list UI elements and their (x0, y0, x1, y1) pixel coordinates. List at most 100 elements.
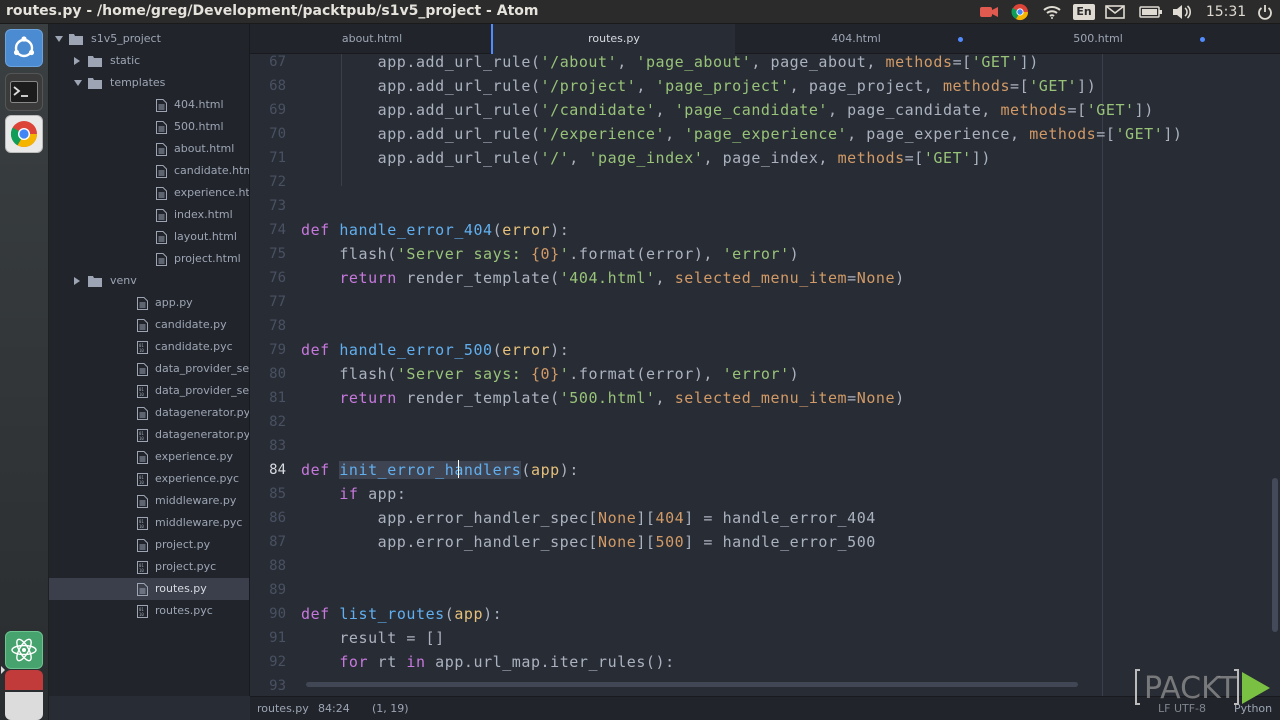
tree-file[interactable]: 0110 data_provider_service.pyc (49, 380, 249, 402)
code-line[interactable]: def list_routes(app): (301, 602, 502, 626)
code-token: , page_about, (751, 54, 886, 71)
chevron-right-icon[interactable] (74, 277, 80, 285)
trash-icon[interactable] (5, 692, 43, 720)
code-line[interactable]: def handle_error_404(error): (301, 218, 569, 242)
app-icon[interactable] (5, 670, 43, 690)
code-token: flash( (301, 365, 397, 383)
code-line[interactable]: return render_template('404.html', selec… (301, 266, 905, 290)
tree-folder[interactable]: static (49, 50, 249, 72)
code-line[interactable]: flash('Server says: {0}'.format(error), … (301, 242, 799, 266)
tree-file[interactable]: routes.py (49, 578, 249, 600)
battery-icon[interactable] (1138, 3, 1164, 21)
dash-icon[interactable] (5, 29, 43, 67)
wifi-icon[interactable] (1042, 3, 1062, 21)
code-token: ) (895, 269, 905, 287)
status-file-path[interactable]: routes.py (257, 697, 309, 720)
tree-file[interactable]: app.py (49, 292, 249, 314)
tree-item-label: middleware.pyc (155, 516, 243, 529)
code-line[interactable]: if app: (301, 482, 406, 506)
tree-file[interactable]: candidate.py (49, 314, 249, 336)
chevron-right-icon[interactable] (74, 57, 80, 65)
tab-about-html[interactable]: about.html (251, 24, 493, 54)
code-token: '/' (540, 149, 570, 167)
code-token: '/about' (540, 54, 618, 71)
code-token: '/project' (540, 77, 637, 95)
code-line[interactable]: app.error_handler_spec[None][500] = hand… (301, 530, 876, 554)
tree-folder[interactable]: templates (49, 72, 249, 94)
chevron-down-icon[interactable] (55, 36, 63, 42)
code-line[interactable]: app.add_url_rule('/', 'page_index', page… (301, 146, 991, 170)
code-line[interactable]: def init_error_handlers(app): (301, 458, 579, 482)
chrome-icon[interactable] (5, 115, 43, 153)
code-line[interactable]: app.add_url_rule('/experience', 'page_ex… (301, 122, 1183, 146)
tree-folder[interactable]: venv (49, 270, 249, 292)
volume-icon[interactable] (1172, 3, 1192, 21)
code-token: flash( (301, 245, 397, 263)
line-number: 79 (269, 342, 286, 358)
tree-file[interactable]: project.html (49, 248, 249, 270)
tree-file[interactable]: 01 10 routes.pyc (49, 600, 249, 622)
tab-routes-py[interactable]: routes.py (491, 24, 735, 54)
text-file-icon (137, 297, 148, 310)
clock[interactable]: 15:31 (1206, 3, 1246, 21)
code-line[interactable]: return render_template('500.html', selec… (301, 386, 905, 410)
svg-text:10: 10 (139, 568, 144, 573)
packt-logo-text: PACKT (1144, 671, 1237, 706)
code-line[interactable]: for rt in app.url_map.iter_rules(): (301, 650, 675, 674)
tree-file[interactable]: candidate.html (49, 160, 249, 182)
code-line[interactable]: def handle_error_500(error): (301, 338, 569, 362)
video-indicator-icon[interactable] (978, 3, 1000, 21)
code-token: app.add_url_rule( (301, 149, 541, 167)
tree-file[interactable]: datagenerator.py (49, 402, 249, 424)
tree-file[interactable]: 01 10 datagenerator.pyc (49, 424, 249, 446)
terminal-icon[interactable] (5, 73, 43, 111)
tree-file[interactable]: experience.py (49, 446, 249, 468)
tree-folder[interactable]: s1v5_project (49, 28, 249, 50)
code-token: =[ (1067, 101, 1087, 119)
code-token: if (339, 485, 359, 503)
tree-file[interactable]: layout.html (49, 226, 249, 248)
code-line[interactable]: app.add_url_rule('/about', 'page_about',… (301, 54, 1039, 74)
atom-icon[interactable] (5, 631, 43, 669)
line-number: 93 (269, 678, 286, 694)
code-line[interactable]: result = [] (301, 626, 445, 650)
tree-file[interactable]: about.html (49, 138, 249, 160)
tab-404-html[interactable]: 404.html (735, 24, 977, 54)
vertical-scrollbar[interactable] (1272, 478, 1278, 632)
code-token: handle_error_404 (339, 221, 493, 239)
code-token: , page_project, (789, 77, 943, 95)
tree-file[interactable]: 01 10 candidate.pyc (49, 336, 249, 358)
text-editor[interactable]: 67 68 69 70 71 72 73 74 75 76 77 78 79 80 81 82 83 84 85 86… (250, 54, 1280, 696)
tree-item-label: templates (110, 76, 166, 89)
code-line[interactable]: app.add_url_rule('/candidate', 'page_can… (301, 98, 1154, 122)
power-icon[interactable] (1256, 3, 1274, 21)
keyboard-layout-indicator[interactable]: En (1073, 3, 1095, 21)
tree-file[interactable]: 01 10 middleware.pyc (49, 512, 249, 534)
chevron-down-icon[interactable] (74, 80, 82, 86)
code-line[interactable]: app.error_handler_spec[None][404] = hand… (301, 506, 876, 530)
mail-icon[interactable] (1104, 3, 1126, 21)
tree-file[interactable]: 500.html (49, 116, 249, 138)
tree-file[interactable]: index.html (49, 204, 249, 226)
modified-indicator-icon[interactable] (1200, 37, 1205, 42)
status-cursor-position[interactable]: 84:24 (318, 697, 350, 720)
code-token: methods (1000, 101, 1068, 119)
chrome-tray-icon[interactable] (1010, 3, 1030, 21)
tab-500-html[interactable]: 500.html (977, 24, 1219, 54)
tree-file[interactable]: 01 10 project.pyc (49, 556, 249, 578)
tree-file[interactable]: data_provider_service.py (49, 358, 249, 380)
code-token: '/candidate' (540, 101, 656, 119)
tree-file[interactable]: experience.html (49, 182, 249, 204)
code-line[interactable]: app.add_url_rule('/project', 'page_proje… (301, 74, 1096, 98)
code-line[interactable]: flash('Server says: {0}'.format(error), … (301, 362, 799, 386)
code-token: None (856, 269, 896, 287)
modified-indicator-icon[interactable] (958, 37, 963, 42)
tree-file[interactable]: 404.html (49, 94, 249, 116)
horizontal-scrollbar[interactable] (306, 682, 1078, 687)
code-token: =[ (1010, 77, 1030, 95)
tree-file[interactable]: middleware.py (49, 490, 249, 512)
tree-file[interactable]: project.py (49, 534, 249, 556)
tree-file[interactable]: 01 10 experience.pyc (49, 468, 249, 490)
